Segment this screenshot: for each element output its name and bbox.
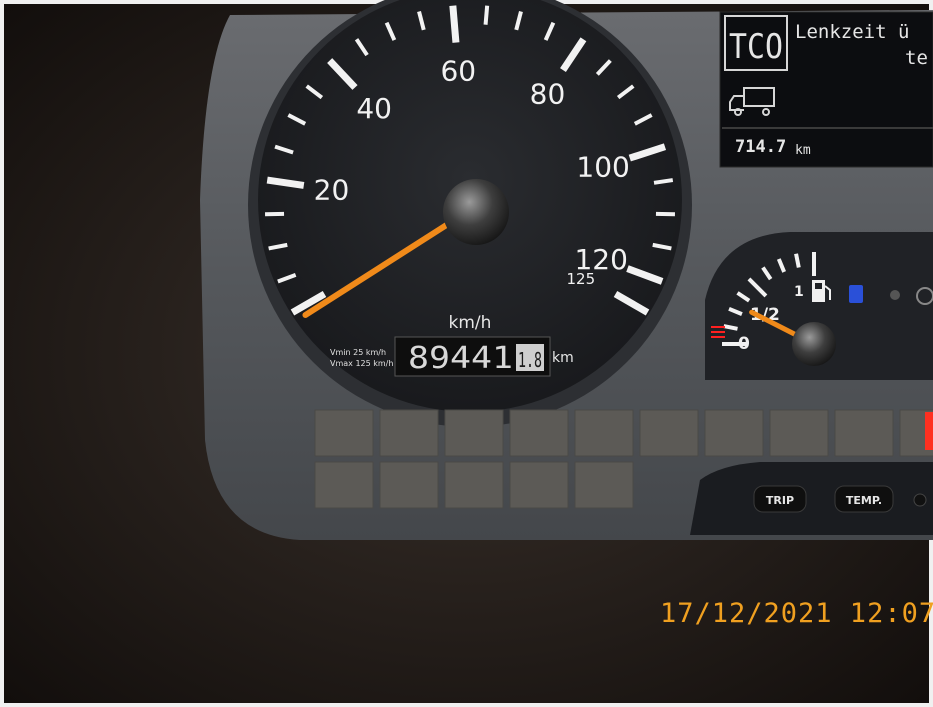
tachograph-distance-unit: km	[795, 143, 811, 158]
fuel-tick	[794, 253, 801, 268]
warning-lamp	[444, 409, 504, 457]
speed-scale-label: 40	[356, 92, 392, 125]
fuel-gauge: 0 1/2 1	[705, 232, 933, 380]
fuel-tick	[723, 324, 738, 331]
tachograph-distance: 714.7	[735, 137, 786, 157]
warning-lamp	[379, 461, 439, 509]
speed-scale-label: 80	[530, 77, 566, 110]
warning-lamp	[379, 409, 439, 457]
odometer-unit: km	[552, 350, 574, 366]
temp-button-label: TEMP.	[846, 494, 882, 507]
tachograph-display: TCO Lenkzeit ü te 714.7 km	[719, 11, 933, 168]
speed-tick	[483, 5, 490, 25]
speed-scale-label: 100	[576, 151, 629, 184]
odometer-value: 89441	[408, 341, 513, 376]
needle-hub	[443, 179, 509, 245]
warning-lamp	[834, 409, 894, 457]
speed-scale-label: 60	[440, 54, 476, 87]
extra-button[interactable]	[913, 493, 927, 507]
fuel-needle-hub	[792, 322, 836, 366]
warning-lamp	[639, 409, 699, 457]
tco-label: TCO	[729, 27, 783, 67]
warning-lamp	[509, 409, 569, 457]
speed-scale-label: 125	[567, 270, 596, 288]
warning-lamp	[509, 461, 569, 509]
indicator-lamp-icon	[890, 290, 900, 300]
speedometer: 20406080100120125 km/h Vmin 25 km/h Vmax…	[248, 0, 692, 427]
odometer-decimal: 1.8	[518, 348, 542, 372]
vmax-label: Vmax 125 km/h	[330, 359, 393, 368]
warning-lamp	[574, 461, 634, 509]
trip-button-label: TRIP	[766, 494, 794, 507]
warning-lamp	[574, 409, 634, 457]
fuel-label-empty: 0	[738, 334, 750, 354]
speed-tick	[653, 178, 674, 185]
tachograph-message-line1: Lenkzeit ü	[795, 21, 909, 43]
warning-lamp	[314, 409, 374, 457]
warning-lamp	[769, 409, 829, 457]
vmin-label: Vmin 25 km/h	[330, 348, 386, 357]
fuel-label-full: 1	[794, 284, 804, 300]
photo-timestamp: 17/12/2021 12:07	[660, 598, 933, 629]
button-strip	[690, 462, 933, 535]
warning-lamp	[704, 409, 764, 457]
red-warning-lamp	[925, 412, 933, 450]
warning-lamp	[444, 461, 504, 509]
warning-lamp	[314, 461, 374, 509]
adblue-indicator-icon	[849, 285, 863, 303]
speed-unit-label: km/h	[449, 313, 492, 333]
tachograph-message-line2: te	[905, 47, 928, 69]
speed-tick	[449, 5, 460, 43]
speed-scale-label: 20	[314, 174, 350, 207]
